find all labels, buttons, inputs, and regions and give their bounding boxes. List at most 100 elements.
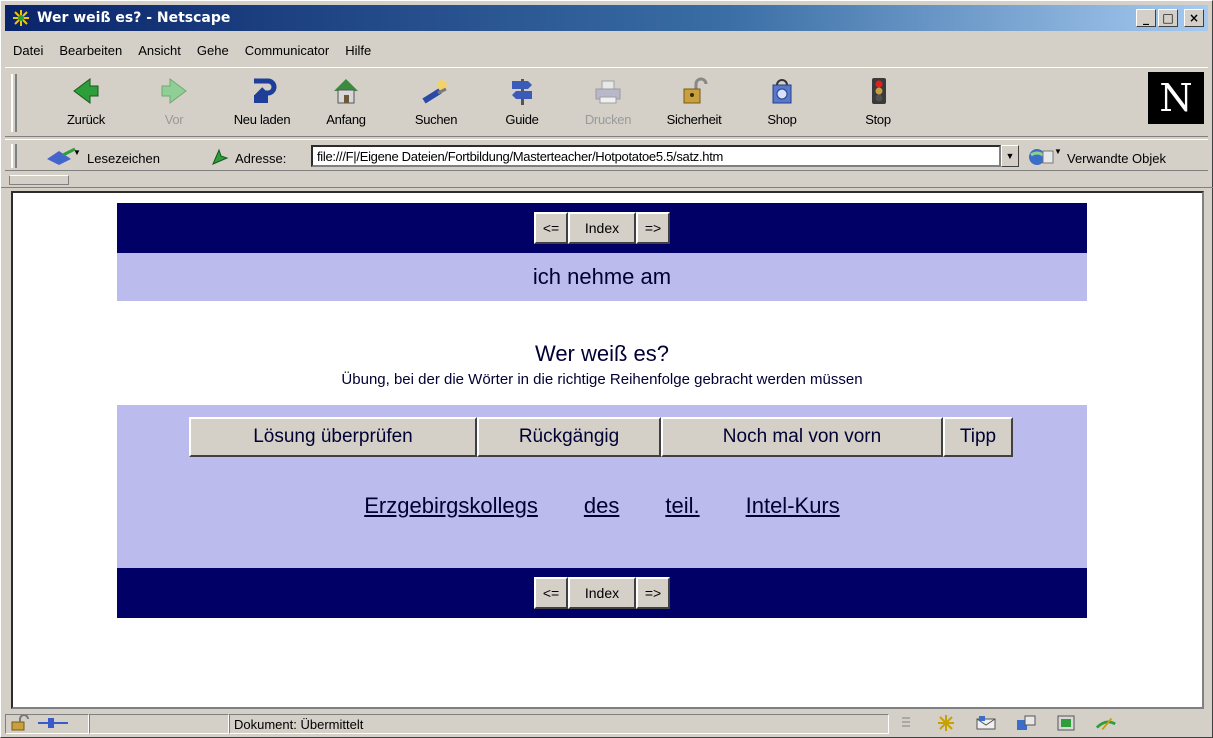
window-title: Wer weiß es? - Netscape (37, 10, 231, 26)
home-label: Anfang (326, 112, 366, 127)
word-link[interactable]: Intel-Kurs (746, 493, 840, 519)
status-progress-cell (89, 714, 229, 734)
restart-button[interactable]: Noch mal von vorn (661, 417, 943, 457)
forward-arrow-icon (156, 74, 192, 108)
chevron-down-icon: ▼ (1005, 151, 1015, 161)
shopping-bag-icon (764, 74, 800, 108)
prev-button[interactable]: <= (534, 212, 568, 244)
back-button[interactable]: Zurück (41, 74, 131, 134)
svg-text:▼: ▼ (73, 148, 81, 157)
prev-button[interactable]: <= (534, 577, 568, 609)
exercise-title: Wer weiß es? (534, 341, 670, 366)
related-objects-button[interactable]: ▼ Verwandte Objek (1027, 147, 1166, 170)
status-security-cell (5, 713, 89, 734)
browser-window: Wer weiß es? - Netscape _ □ × Datei Bear… (0, 0, 1213, 738)
status-bar: Dokument: Übermittelt (5, 713, 1208, 735)
related-objects-label: Verwandte Objek (1067, 151, 1167, 166)
location-toolbar: ▼ Lesezeichen Adresse: file:///F|/Eigene… (5, 139, 1208, 171)
word-link[interactable]: des (584, 493, 619, 519)
search-icon (418, 74, 454, 108)
connection-status-icon[interactable] (38, 716, 68, 733)
navigation-toolbar: Zurück Vor Neu laden Anfang Suchen Guide… (5, 67, 1208, 137)
security-label: Sicherheit (666, 112, 722, 127)
lock-status-icon[interactable] (10, 713, 32, 734)
menu-communicator[interactable]: Communicator (237, 43, 338, 65)
bottom-navbar: <= Index => (117, 568, 1087, 618)
maximize-button[interactable]: □ (1158, 9, 1178, 27)
netscape-app-icon (11, 8, 31, 28)
word-link[interactable]: Erzgebirgskollegs (364, 493, 538, 519)
composer-icon[interactable] (1095, 714, 1117, 732)
next-button[interactable]: => (636, 577, 670, 609)
location-icon (209, 148, 229, 169)
prompt-text: ich nehme am (117, 253, 1087, 301)
menu-hilfe[interactable]: Hilfe (337, 43, 379, 65)
personal-toolbar-tab[interactable] (9, 175, 69, 185)
menu-ansicht[interactable]: Ansicht (130, 43, 189, 65)
action-buttons: Lösung überprüfen Rückgängig Noch mal vo… (189, 417, 1013, 457)
print-button[interactable]: Drucken (563, 74, 653, 134)
top-navbar: <= Index => (117, 203, 1087, 253)
stop-traffic-light-icon (860, 74, 896, 108)
undo-button[interactable]: Rückgängig (477, 417, 661, 457)
word-list: Erzgebirgskollegs des teil. Intel-Kurs (117, 493, 1087, 519)
back-arrow-icon (68, 74, 104, 108)
location-grip[interactable] (11, 144, 17, 168)
status-text: Dokument: Übermittelt (229, 714, 889, 734)
address-label-group: Adresse: (209, 148, 286, 169)
shop-button[interactable]: Shop (737, 74, 827, 134)
hint-button[interactable]: Tipp (943, 417, 1013, 457)
reload-icon (244, 74, 280, 108)
reload-button[interactable]: Neu laden (217, 74, 307, 134)
search-button[interactable]: Suchen (391, 74, 481, 134)
address-input[interactable]: file:///F|/Eigene Dateien/Fortbildung/Ma… (311, 145, 1001, 167)
guide-signpost-icon (504, 74, 540, 108)
navigator-icon[interactable] (935, 714, 957, 732)
search-label: Suchen (414, 112, 458, 127)
bookmarks-button[interactable]: ▼ Lesezeichen (45, 147, 160, 170)
forward-button[interactable]: Vor (129, 74, 219, 134)
exercise-panel: Lösung überprüfen Rückgängig Noch mal vo… (117, 405, 1087, 568)
back-label: Zurück (67, 112, 105, 127)
padlock-icon (676, 74, 712, 108)
home-button[interactable]: Anfang (301, 74, 391, 134)
exercise-subtitle: Übung, bei der die Wörter in die richtig… (341, 371, 863, 388)
svg-text:▼: ▼ (1054, 147, 1061, 156)
guide-label: Guide (505, 112, 539, 127)
word-link[interactable]: teil. (665, 493, 699, 519)
stop-button[interactable]: Stop (833, 74, 923, 134)
home-icon (328, 74, 364, 108)
toolbar-divider (1, 187, 1213, 188)
printer-icon (590, 74, 626, 108)
index-button[interactable]: Index (568, 577, 636, 609)
close-button[interactable]: × (1184, 9, 1204, 27)
guide-button[interactable]: Guide (477, 74, 567, 134)
address-book-icon[interactable] (1055, 714, 1077, 732)
grip-icon (895, 714, 917, 732)
stop-label: Stop (865, 112, 891, 127)
page-content: <= Index => ich nehme am Wer weiß es? Üb… (11, 191, 1204, 709)
bookmarks-icon: ▼ (45, 147, 81, 170)
component-bar (895, 714, 1117, 732)
menu-bearbeiten[interactable]: Bearbeiten (51, 43, 130, 65)
toolbar-grip[interactable] (11, 74, 17, 132)
address-label: Adresse: (235, 151, 287, 166)
shop-label: Shop (767, 112, 797, 127)
minimize-button[interactable]: _ (1136, 9, 1156, 27)
print-label: Drucken (584, 112, 632, 127)
index-button[interactable]: Index (568, 212, 636, 244)
menu-bar: Datei Bearbeiten Ansicht Gehe Communicat… (5, 43, 379, 65)
related-globe-icon: ▼ (1027, 147, 1062, 170)
menu-gehe[interactable]: Gehe (189, 43, 237, 65)
newsgroups-icon[interactable] (1015, 714, 1037, 732)
next-button[interactable]: => (636, 212, 670, 244)
mail-icon[interactable] (975, 714, 997, 732)
netscape-logo[interactable]: N (1148, 72, 1204, 124)
reload-label: Neu laden (233, 112, 291, 127)
forward-label: Vor (164, 112, 184, 127)
check-solution-button[interactable]: Lösung überprüfen (189, 417, 477, 457)
title-bar: Wer weiß es? - Netscape _ □ × (5, 5, 1208, 31)
security-button[interactable]: Sicherheit (649, 74, 739, 134)
menu-datei[interactable]: Datei (5, 43, 51, 65)
address-dropdown-button[interactable]: ▼ (1001, 145, 1019, 167)
